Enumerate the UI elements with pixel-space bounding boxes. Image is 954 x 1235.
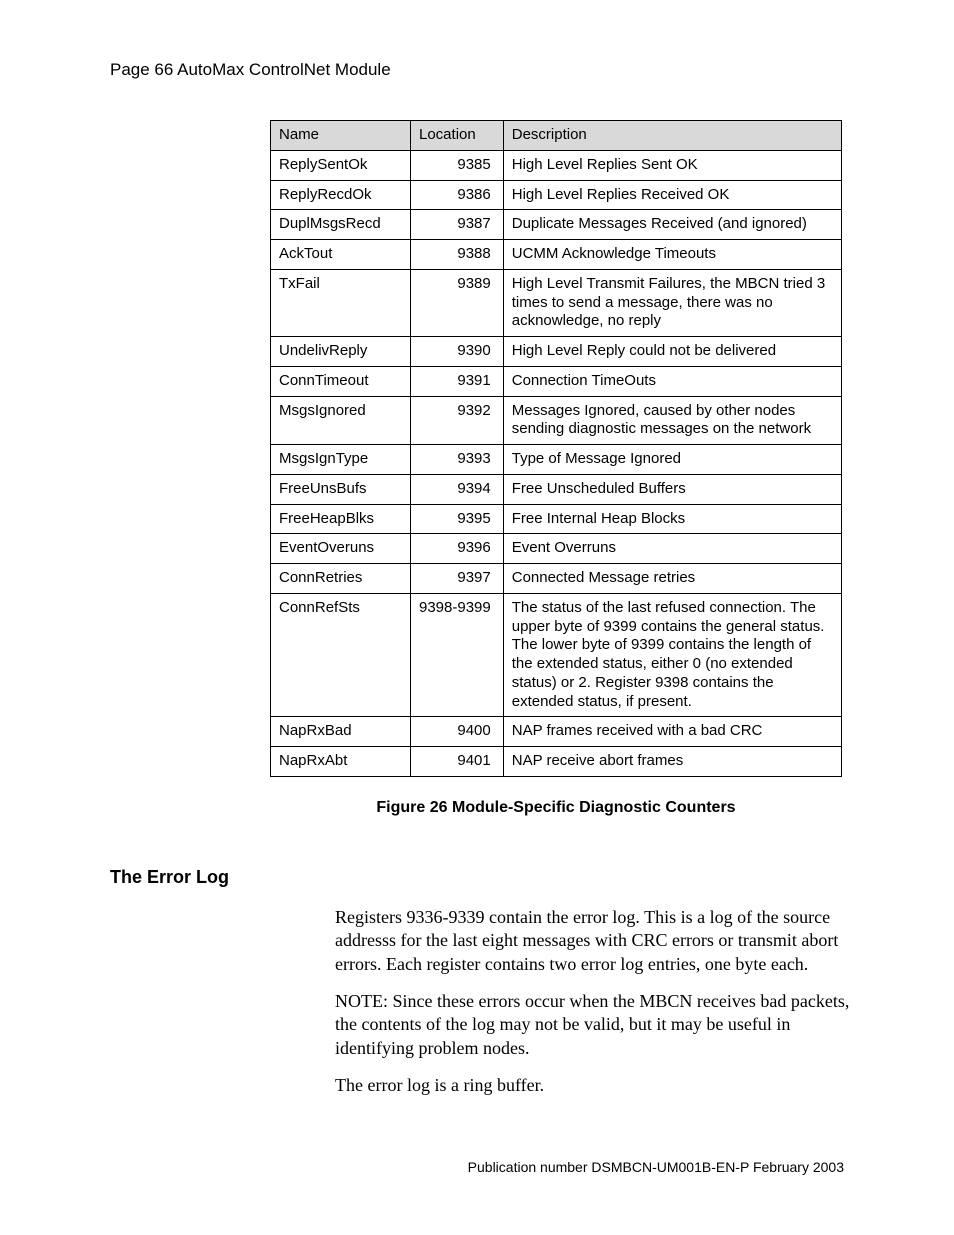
- table-row: TxFail 9389 High Level Transmit Failures…: [271, 269, 842, 336]
- cell-name: ConnTimeout: [271, 366, 411, 396]
- cell-name: TxFail: [271, 269, 411, 336]
- cell-name: ConnRefSts: [271, 593, 411, 717]
- cell-name: AckTout: [271, 240, 411, 270]
- cell-location: 9401: [411, 747, 504, 777]
- cell-name: ConnRetries: [271, 564, 411, 594]
- table-row: ConnTimeout 9391 Connection TimeOuts: [271, 366, 842, 396]
- cell-location: 9395: [411, 504, 504, 534]
- cell-description: The status of the last refused connectio…: [503, 593, 841, 717]
- cell-description: Free Unscheduled Buffers: [503, 474, 841, 504]
- cell-name: FreeHeapBlks: [271, 504, 411, 534]
- cell-name: FreeUnsBufs: [271, 474, 411, 504]
- cell-location: 9386: [411, 180, 504, 210]
- table-head-row: Name Location Description: [271, 121, 842, 151]
- table-row: ConnRefSts 9398-9399 The status of the l…: [271, 593, 842, 717]
- cell-location: 9391: [411, 366, 504, 396]
- cell-description: Free Internal Heap Blocks: [503, 504, 841, 534]
- cell-location: 9392: [411, 396, 504, 445]
- cell-location: 9388: [411, 240, 504, 270]
- section-heading: The Error Log: [110, 867, 844, 888]
- table-row: FreeUnsBufs 9394 Free Unscheduled Buffer…: [271, 474, 842, 504]
- cell-description: Connection TimeOuts: [503, 366, 841, 396]
- page-footer: Publication number DSMBCN-UM001B-EN-P Fe…: [468, 1159, 844, 1175]
- table-row: MsgsIgnType 9393 Type of Message Ignored: [271, 445, 842, 475]
- cell-location: 9393: [411, 445, 504, 475]
- table-row: NapRxAbt 9401 NAP receive abort frames: [271, 747, 842, 777]
- diagnostic-table: Name Location Description ReplySentOk 93…: [270, 120, 842, 777]
- paragraph: The error log is a ring buffer.: [335, 1074, 855, 1097]
- cell-description: UCMM Acknowledge Timeouts: [503, 240, 841, 270]
- cell-description: High Level Replies Received OK: [503, 180, 841, 210]
- cell-description: High Level Reply could not be delivered: [503, 337, 841, 367]
- cell-name: MsgsIgnType: [271, 445, 411, 475]
- cell-location: 9387: [411, 210, 504, 240]
- page: Page 66 AutoMax ControlNet Module Name L…: [0, 0, 954, 1235]
- cell-location: 9389: [411, 269, 504, 336]
- cell-location: 9397: [411, 564, 504, 594]
- cell-name: NapRxBad: [271, 717, 411, 747]
- cell-description: High Level Transmit Failures, the MBCN t…: [503, 269, 841, 336]
- cell-description: Duplicate Messages Received (and ignored…: [503, 210, 841, 240]
- table-row: FreeHeapBlks 9395 Free Internal Heap Blo…: [271, 504, 842, 534]
- cell-location: 9385: [411, 150, 504, 180]
- cell-name: ReplySentOk: [271, 150, 411, 180]
- paragraph: Registers 9336-9339 contain the error lo…: [335, 906, 855, 976]
- cell-description: NAP frames received with a bad CRC: [503, 717, 841, 747]
- table-row: EventOveruns 9396 Event Overruns: [271, 534, 842, 564]
- body-text: Registers 9336-9339 contain the error lo…: [335, 906, 855, 1098]
- table-row: ReplySentOk 9385 High Level Replies Sent…: [271, 150, 842, 180]
- cell-name: EventOveruns: [271, 534, 411, 564]
- cell-description: High Level Replies Sent OK: [503, 150, 841, 180]
- cell-location: 9396: [411, 534, 504, 564]
- table-row: UndelivReply 9390 High Level Reply could…: [271, 337, 842, 367]
- cell-name: UndelivReply: [271, 337, 411, 367]
- paragraph: NOTE: Since these errors occur when the …: [335, 990, 855, 1060]
- cell-location: 9398-9399: [411, 593, 504, 717]
- table-row: AckTout 9388 UCMM Acknowledge Timeouts: [271, 240, 842, 270]
- cell-location: 9390: [411, 337, 504, 367]
- figure-caption: Figure 26 Module-Specific Diagnostic Cou…: [270, 799, 842, 817]
- table-row: ConnRetries 9397 Connected Message retri…: [271, 564, 842, 594]
- cell-name: MsgsIgnored: [271, 396, 411, 445]
- col-location: Location: [411, 121, 504, 151]
- cell-description: Messages Ignored, caused by other nodes …: [503, 396, 841, 445]
- cell-name: ReplyRecdOk: [271, 180, 411, 210]
- col-name: Name: [271, 121, 411, 151]
- cell-location: 9400: [411, 717, 504, 747]
- cell-description: Connected Message retries: [503, 564, 841, 594]
- diagnostic-table-wrap: Name Location Description ReplySentOk 93…: [270, 120, 844, 777]
- cell-description: Event Overruns: [503, 534, 841, 564]
- cell-description: NAP receive abort frames: [503, 747, 841, 777]
- page-header: Page 66 AutoMax ControlNet Module: [110, 60, 844, 80]
- table-row: ReplyRecdOk 9386 High Level Replies Rece…: [271, 180, 842, 210]
- col-description: Description: [503, 121, 841, 151]
- cell-description: Type of Message Ignored: [503, 445, 841, 475]
- table-row: DuplMsgsRecd 9387 Duplicate Messages Rec…: [271, 210, 842, 240]
- table-row: MsgsIgnored 9392 Messages Ignored, cause…: [271, 396, 842, 445]
- cell-location: 9394: [411, 474, 504, 504]
- cell-name: DuplMsgsRecd: [271, 210, 411, 240]
- table-row: NapRxBad 9400 NAP frames received with a…: [271, 717, 842, 747]
- cell-name: NapRxAbt: [271, 747, 411, 777]
